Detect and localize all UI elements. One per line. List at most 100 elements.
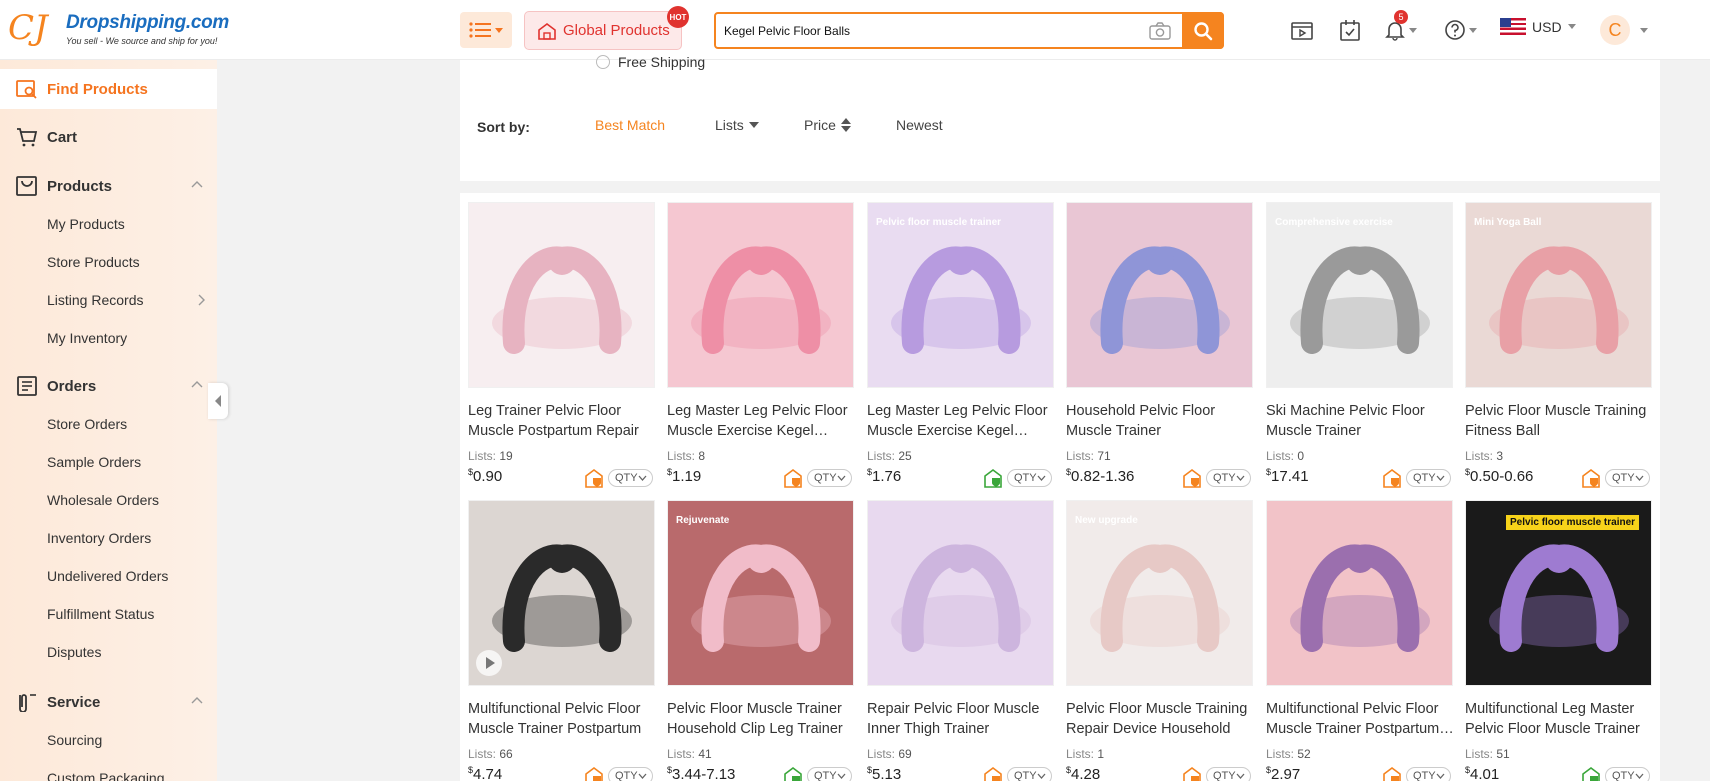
task-calendar-icon[interactable] [1336,16,1364,44]
sidebar-item-my-inventory[interactable]: My Inventory [47,330,127,346]
sidebar-item-orders[interactable]: Orders [0,366,217,406]
sidebar-item-wholesale-orders[interactable]: Wholesale Orders [47,492,159,508]
product-title[interactable]: Pelvic Floor Muscle Training Repair Devi… [1066,699,1254,739]
sidebar-item-store-products[interactable]: Store Products [47,254,140,270]
product-title[interactable]: Multifunctional Pelvic Floor Muscle Trai… [1266,699,1454,739]
product-title[interactable]: Pelvic Floor Muscle Training Fitness Bal… [1465,401,1653,441]
warehouse-shield-icon[interactable] [1383,767,1401,781]
product-title[interactable]: Multifunctional Pelvic Floor Muscle Trai… [468,699,656,739]
category-menu-button[interactable] [460,12,512,48]
product-image[interactable]: New upgrade [1066,500,1253,686]
sidebar-item-inventory-orders[interactable]: Inventory Orders [47,530,151,546]
sidebar-item-sourcing[interactable]: Sourcing [47,732,102,748]
product-title[interactable]: Leg Master Leg Pelvic Floor Muscle Exerc… [867,401,1055,441]
sort-best-match[interactable]: Best Match [595,117,665,133]
warehouse-shield-icon[interactable] [1582,767,1600,781]
product-title[interactable]: Leg Master Leg Pelvic Floor Muscle Exerc… [667,401,855,441]
product-image[interactable] [1066,202,1253,388]
product-card[interactable]: Leg Trainer Pelvic Floor Muscle Postpart… [468,202,656,492]
product-lists: Lists: 0 [1266,449,1304,463]
currency-selector[interactable]: USD [1500,18,1576,35]
product-image[interactable]: Mini Yoga Ball [1465,202,1652,388]
qty-selector[interactable]: QTY [1406,767,1451,781]
product-image[interactable] [667,202,854,388]
product-card[interactable]: Pelvic floor muscle trainer Multifunctio… [1465,500,1653,781]
warehouse-shield-icon[interactable] [585,469,603,488]
warehouse-shield-icon[interactable] [784,469,802,488]
sidebar-item-products[interactable]: Products [0,166,217,206]
product-title[interactable]: Ski Machine Pelvic Floor Muscle Trainer [1266,401,1454,441]
warehouse-shield-icon[interactable] [784,767,802,781]
qty-selector[interactable]: QTY [1007,469,1052,487]
sidebar-item-sample-orders[interactable]: Sample Orders [47,454,141,470]
product-card[interactable]: Multifunctional Pelvic Floor Muscle Trai… [1266,500,1454,781]
product-title[interactable]: Pelvic Floor Muscle Trainer Household Cl… [667,699,855,739]
product-image[interactable]: Comprehensive exercise [1266,202,1453,388]
qty-selector[interactable]: QTY [1605,767,1650,781]
qty-selector[interactable]: QTY [608,767,653,781]
sidebar-item-undelivered-orders[interactable]: Undelivered Orders [47,568,168,584]
warehouse-shield-icon[interactable] [1582,469,1600,488]
qty-selector[interactable]: QTY [807,767,852,781]
qty-selector[interactable]: QTY [608,469,653,487]
product-title[interactable]: Repair Pelvic Floor Muscle Inner Thigh T… [867,699,1055,739]
sort-lists[interactable]: Lists [715,117,759,133]
product-card[interactable]: Repair Pelvic Floor Muscle Inner Thigh T… [867,500,1055,781]
help-menu[interactable] [1444,16,1484,44]
product-image[interactable] [468,500,655,686]
sidebar-item-my-products[interactable]: My Products [47,216,125,232]
sidebar-collapse-toggle[interactable] [208,383,228,419]
free-shipping-radio[interactable] [596,55,610,69]
notification-bell[interactable]: 5 [1384,10,1424,44]
sidebar-item-fulfillment-status[interactable]: Fulfillment Status [47,606,154,622]
camera-icon[interactable] [1148,21,1172,41]
product-card[interactable]: Rejuvenate Pelvic Floor Muscle Trainer H… [667,500,855,781]
warehouse-shield-icon[interactable] [1183,469,1201,488]
product-title[interactable]: Leg Trainer Pelvic Floor Muscle Postpart… [468,401,656,441]
sidebar-item-store-orders[interactable]: Store Orders [47,416,127,432]
product-card[interactable]: Mini Yoga Ball Pelvic Floor Muscle Train… [1465,202,1653,492]
product-card[interactable]: Multifunctional Pelvic Floor Muscle Trai… [468,500,656,781]
play-video-icon[interactable] [475,649,503,677]
product-card[interactable]: Household Pelvic Floor Muscle Trainer Li… [1066,202,1254,492]
sidebar-item-listing-records[interactable]: Listing Records [47,292,207,308]
product-image[interactable] [468,202,655,388]
product-card[interactable]: Leg Master Leg Pelvic Floor Muscle Exerc… [667,202,855,492]
sidebar-item-custom-packaging[interactable]: Custom Packaging [47,770,165,781]
sidebar-item-cart[interactable]: Cart [0,117,217,157]
sort-price[interactable]: Price [804,117,851,133]
chevron-down-icon[interactable] [1640,28,1648,33]
qty-selector[interactable]: QTY [1206,469,1251,487]
sidebar-item-service[interactable]: Service [0,682,217,722]
global-products-button[interactable]: Global Products HOT [524,6,689,50]
sort-newest[interactable]: Newest [896,117,943,133]
sidebar-item-disputes[interactable]: Disputes [47,644,101,660]
qty-selector[interactable]: QTY [1206,767,1251,781]
product-title[interactable]: Multifunctional Leg Master Pelvic Floor … [1465,699,1653,739]
logo[interactable]: CJ Dropshipping.com You sell - We source… [8,8,229,52]
product-image[interactable] [867,500,1054,686]
product-card[interactable]: Pelvic floor muscle trainer Leg Master L… [867,202,1055,492]
warehouse-shield-icon[interactable] [1183,767,1201,781]
product-card[interactable]: New upgrade Pelvic Floor Muscle Training… [1066,500,1254,781]
video-icon[interactable] [1288,16,1316,44]
warehouse-shield-icon[interactable] [585,767,603,781]
product-card[interactable]: Comprehensive exercise Ski Machine Pelvi… [1266,202,1454,492]
product-title[interactable]: Household Pelvic Floor Muscle Trainer [1066,401,1254,441]
warehouse-shield-icon[interactable] [984,767,1002,781]
product-image[interactable]: Pelvic floor muscle trainer [867,202,1054,388]
avatar[interactable]: C [1600,15,1630,45]
qty-selector[interactable]: QTY [1007,767,1052,781]
sidebar-item-find-products[interactable]: Find Products [0,69,217,109]
warehouse-shield-icon[interactable] [1383,469,1401,488]
product-image[interactable] [1266,500,1453,686]
free-shipping-filter[interactable]: Free Shipping [596,54,705,70]
product-image[interactable]: Rejuvenate [667,500,854,686]
product-image[interactable]: Pelvic floor muscle trainer [1465,500,1652,686]
qty-selector[interactable]: QTY [807,469,852,487]
qty-selector[interactable]: QTY [1406,469,1451,487]
warehouse-shield-icon[interactable] [984,469,1002,488]
search-input[interactable] [724,14,1144,47]
qty-selector[interactable]: QTY [1605,469,1650,487]
search-button[interactable] [1182,12,1224,49]
